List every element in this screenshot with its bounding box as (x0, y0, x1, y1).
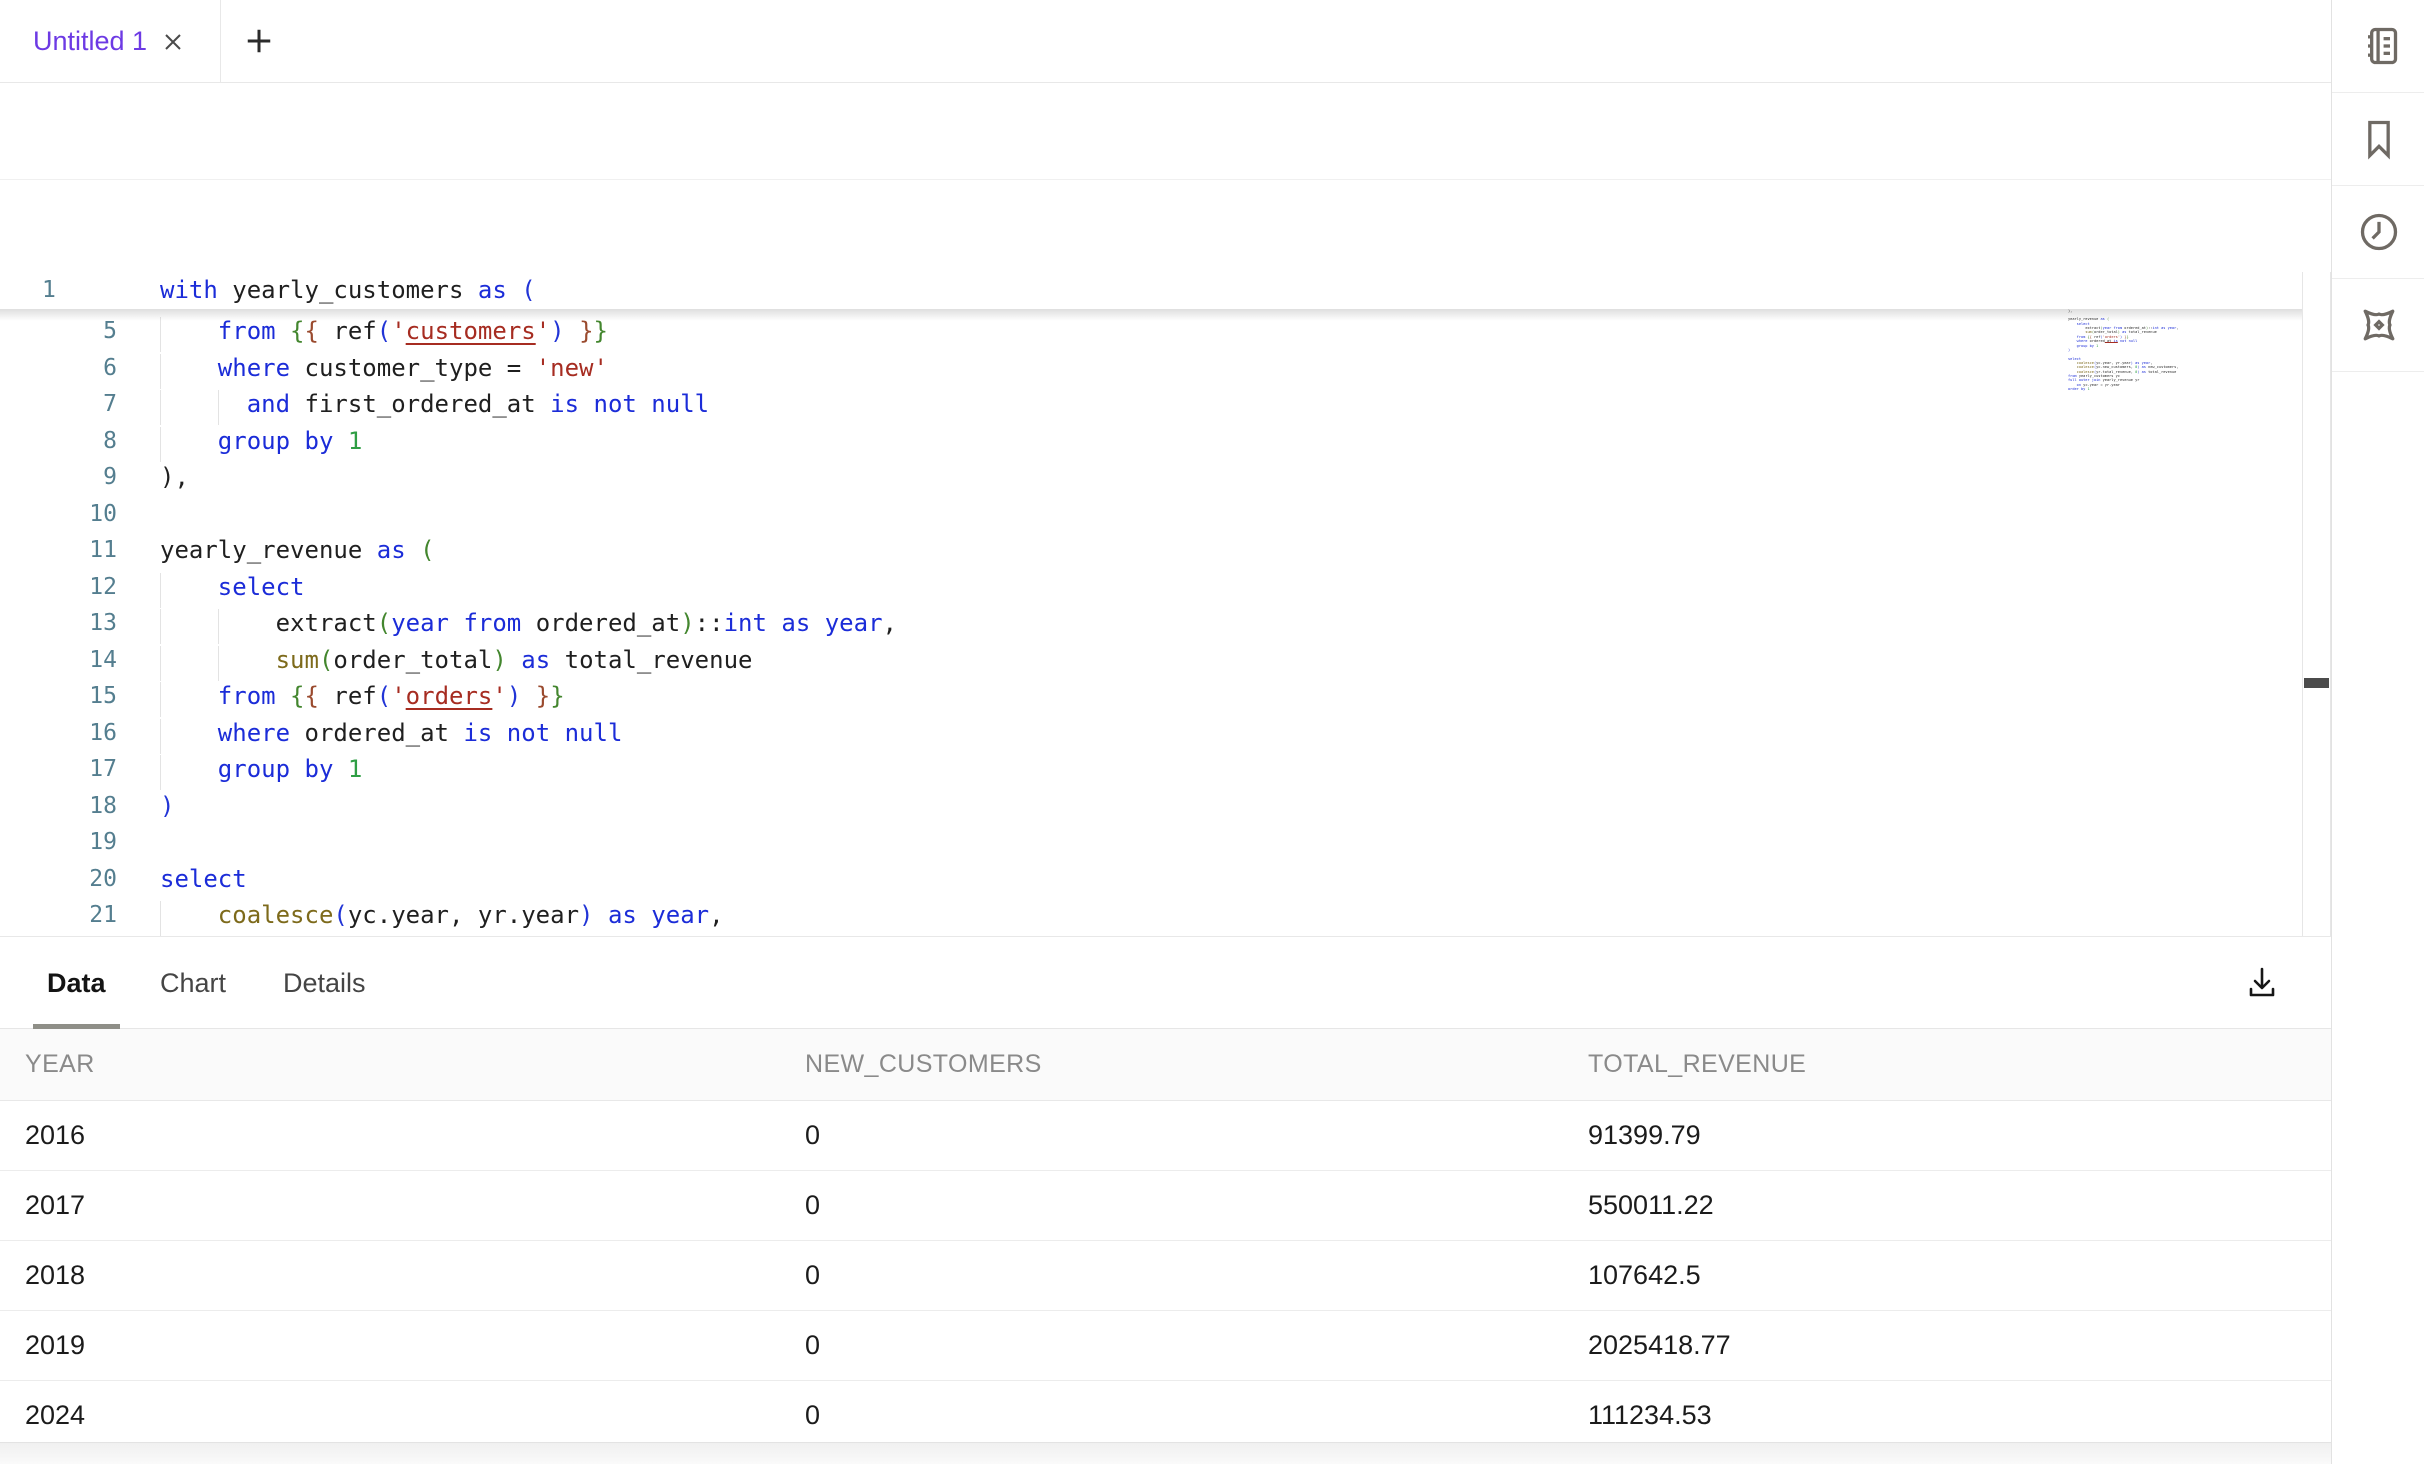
download-button[interactable] (2232, 949, 2292, 1015)
code-line: 17 group by 1 (0, 751, 2302, 788)
table-cell: 550011.22 (1588, 1190, 2331, 1221)
results-panel: Data Chart Details YEARNEW_CUSTOMERSTOTAL_… (0, 936, 2331, 1464)
table-cell: 0 (805, 1120, 1588, 1151)
table-cell: 0 (805, 1400, 1588, 1431)
table-cell: 0 (805, 1330, 1588, 1361)
sticky-code-line: 1with yearly_customers as ( (0, 272, 2302, 309)
sidebar-button-dbt-logo[interactable] (2332, 279, 2424, 372)
code-line: 15 from {{ ref('orders') }} (0, 678, 2302, 715)
table-row: 20180107642.5 (0, 1241, 2331, 1311)
table-cell: 2017 (25, 1190, 805, 1221)
code-line: 11yearly_revenue as ( (0, 532, 2302, 569)
results-tab-chart[interactable]: Chart (160, 937, 226, 1029)
table-cell: 107642.5 (1588, 1260, 2331, 1291)
status-row: Query completed in 4s Environment: PROD (0, 180, 2331, 272)
new-tab-button[interactable] (234, 16, 284, 66)
horizontal-scrollbar[interactable] (0, 1442, 2331, 1464)
resize-handle[interactable] (2304, 678, 2329, 688)
table-row: 2016091399.79 (0, 1101, 2331, 1171)
sidebar-button-notebook[interactable] (2332, 0, 2424, 93)
results-tab-bar: Data Chart Details (0, 937, 2331, 1029)
code-line: 7 and first_ordered_at is not null (0, 386, 2302, 423)
table-cell: 2016 (25, 1120, 805, 1151)
history-icon (2357, 210, 2401, 254)
results-tab-details[interactable]: Details (283, 937, 366, 1029)
sidebar-button-history[interactable] (2332, 186, 2424, 279)
table-cell: 2018 (25, 1260, 805, 1291)
code-line: 20select (0, 861, 2302, 898)
code-line: 16 where ordered_at is not null (0, 715, 2302, 752)
column-header: TOTAL_REVENUE (1588, 1050, 2331, 1079)
tab-bar: Untitled 1 (0, 0, 2331, 83)
bookmark-icon (2357, 117, 2401, 161)
table-cell: 2024 (25, 1400, 805, 1431)
sql-editor[interactable]: 5 from {{ ref('customers') }}6 where cus… (0, 272, 2302, 936)
table-body: 2016091399.7920170550011.2220180107642.5… (0, 1101, 2331, 1451)
code-line: 9), (0, 459, 2302, 496)
close-icon[interactable] (161, 30, 185, 54)
table-cell: 111234.53 (1588, 1400, 2331, 1431)
code-line: 8 group by 1 (0, 423, 2302, 460)
right-icon-sidebar (2331, 0, 2424, 1464)
code-line: 18) (0, 788, 2302, 825)
panel-resizer (2302, 272, 2331, 936)
tab-label: Untitled 1 (33, 26, 147, 57)
sidebar-button-bookmark[interactable] (2332, 93, 2424, 186)
results-tab-data[interactable]: Data (47, 937, 106, 1029)
download-icon (2242, 962, 2282, 1002)
sticky-line-shadow (0, 309, 2302, 321)
table-header: YEARNEW_CUSTOMERSTOTAL_REVENUE (0, 1029, 2331, 1101)
code-line: 21 coalesce(yc.year, yr.year) as year, (0, 897, 2302, 934)
table-row: 201902025418.77 (0, 1311, 2331, 1381)
dbt-logo-icon (2357, 303, 2401, 347)
table-cell: 2025418.77 (1588, 1330, 2331, 1361)
code-line: 6 where customer_type = 'new' (0, 350, 2302, 387)
table-row: 20240111234.53 (0, 1381, 2331, 1451)
column-header: YEAR (25, 1050, 805, 1079)
notebook-icon (2357, 24, 2401, 68)
table-cell: 0 (805, 1190, 1588, 1221)
column-header: NEW_CUSTOMERS (805, 1050, 1588, 1079)
table-row: 20170550011.22 (0, 1171, 2331, 1241)
plus-icon (244, 26, 274, 56)
toolbar: Develop Run (0, 83, 2331, 180)
code-line: 10 (0, 496, 2302, 533)
code-line: 13 extract(year from ordered_at)::int as… (0, 605, 2302, 642)
editor-tab-untitled-1[interactable]: Untitled 1 (0, 0, 221, 83)
code-line: 12 select (0, 569, 2302, 606)
table-cell: 91399.79 (1588, 1120, 2331, 1151)
code-line: 19 (0, 824, 2302, 861)
table-cell: 0 (805, 1260, 1588, 1291)
sql-ide-window: Untitled 1 Develop Run Query completed i… (0, 0, 2424, 1464)
table-cell: 2019 (25, 1330, 805, 1361)
code-line: 14 sum(order_total) as total_revenue (0, 642, 2302, 679)
